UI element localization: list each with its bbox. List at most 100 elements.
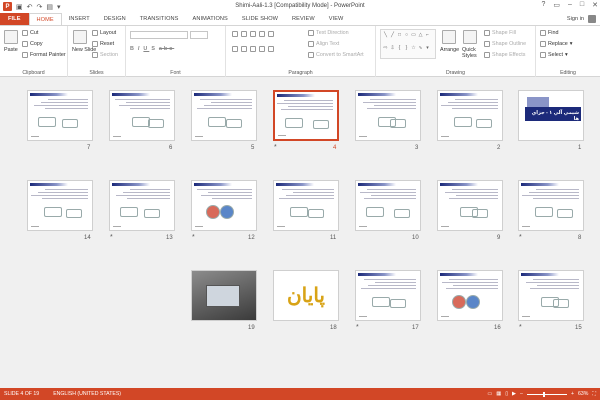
align-text-button[interactable]: Align Text (308, 41, 339, 47)
tab-home[interactable]: HOME (28, 13, 62, 25)
slide-thumbnail-8[interactable] (518, 180, 584, 231)
structure-diagram (285, 118, 303, 128)
start-from-beginning-icon[interactable]: ▤ (46, 3, 53, 11)
undo-icon[interactable]: ↶ (27, 3, 33, 11)
transition-indicator-icon[interactable]: * (192, 234, 195, 241)
tab-view[interactable]: VIEW (322, 13, 351, 25)
slide-thumbnail-2[interactable] (437, 90, 503, 141)
bold-icon[interactable]: B (130, 46, 136, 52)
help-icon[interactable]: ? (541, 1, 545, 9)
transition-indicator-icon[interactable]: * (356, 324, 359, 331)
select-button[interactable]: Select ▾ (540, 52, 568, 58)
underline-icon[interactable]: U (143, 46, 149, 52)
minimize-icon[interactable]: – (568, 1, 572, 9)
line-spacing-icon[interactable] (268, 31, 274, 37)
strikethrough-icon[interactable]: abc (159, 46, 174, 52)
slide-thumbnail-1[interactable]: شيمي آلي ١ - جزاي ها (518, 90, 584, 141)
numbering-icon[interactable] (241, 31, 247, 37)
transition-indicator-icon[interactable]: * (519, 234, 522, 241)
bullets-icon[interactable] (232, 31, 238, 37)
slide-thumbnail-13[interactable] (109, 180, 175, 231)
justify-icon[interactable] (259, 46, 265, 52)
slide-thumbnail-12[interactable] (191, 180, 257, 231)
align-right-icon[interactable] (250, 46, 256, 52)
increase-indent-icon[interactable] (259, 31, 265, 37)
slide-thumbnail-5[interactable] (191, 90, 257, 141)
zoom-level[interactable]: 63% (578, 391, 588, 397)
slide-thumbnail-4[interactable] (273, 90, 339, 141)
italic-icon[interactable]: I (138, 46, 142, 52)
slide-thumbnail-14[interactable] (27, 180, 93, 231)
slide-thumbnail-16[interactable] (437, 270, 503, 321)
decrease-indent-icon[interactable] (250, 31, 256, 37)
format-painter-button[interactable]: Format Painter (22, 52, 66, 58)
shapes-gallery[interactable]: ╲ ╱ □ ○ ▭ △ ⌐ ⇨ ⇩{} ☆ ∿ ▾ (380, 29, 436, 59)
slide-thumbnail-19[interactable] (191, 270, 257, 321)
user-icon[interactable] (588, 15, 596, 23)
paste-button[interactable]: Paste (4, 47, 18, 53)
tab-animations[interactable]: ANIMATIONS (186, 13, 235, 25)
zoom-out-icon[interactable]: – (520, 391, 523, 397)
copy-button[interactable]: Copy (22, 41, 43, 47)
tab-slide-show[interactable]: SLIDE SHOW (235, 13, 285, 25)
ribbon-display-icon[interactable]: ▭ (553, 1, 560, 9)
transition-indicator-icon[interactable]: * (110, 234, 113, 241)
slide-text-line (375, 282, 416, 283)
reset-button[interactable]: Reset (92, 41, 114, 47)
align-left-icon[interactable] (232, 46, 238, 52)
find-button[interactable]: Find (540, 30, 559, 36)
normal-view-icon[interactable]: ▭ (487, 391, 492, 397)
language-indicator[interactable]: ENGLISH (UNITED STATES) (53, 391, 121, 397)
slide-thumbnail-18[interactable]: پايان (273, 270, 339, 321)
tab-transitions[interactable]: TRANSITIONS (133, 13, 186, 25)
section-button[interactable]: Section (92, 52, 118, 58)
reading-view-icon[interactable]: ▯ (505, 391, 508, 397)
redo-icon[interactable]: ↷ (37, 3, 43, 11)
cut-button[interactable]: Cut (22, 30, 38, 36)
tab-review[interactable]: REVIEW (285, 13, 322, 25)
shadow-icon[interactable]: S (151, 46, 157, 52)
layout-button[interactable]: Layout (92, 30, 116, 36)
slide-thumbnail-17[interactable] (355, 270, 421, 321)
slide-sorter-view-icon[interactable]: ▦ (496, 391, 501, 397)
tab-file[interactable]: FILE (0, 13, 29, 25)
close-icon[interactable]: ✕ (592, 1, 598, 9)
slide-thumbnail-6[interactable] (109, 90, 175, 141)
customize-qat-icon[interactable]: ▾ (57, 3, 61, 11)
shape-effects-button[interactable]: Shape Effects (484, 52, 525, 58)
align-center-icon[interactable] (241, 46, 247, 52)
text-direction-button[interactable]: Text Direction (308, 30, 349, 36)
tab-design[interactable]: DESIGN (97, 13, 133, 25)
font-name-input[interactable] (130, 31, 188, 39)
transition-indicator-icon[interactable]: * (519, 324, 522, 331)
font-size-input[interactable] (190, 31, 208, 39)
slide-thumbnail-3[interactable] (355, 90, 421, 141)
fit-to-window-icon[interactable]: ⛶ (592, 391, 596, 398)
zoom-in-icon[interactable]: + (571, 391, 574, 397)
slide-thumbnail-9[interactable] (437, 180, 503, 231)
quick-styles-button[interactable]: Quick Styles (462, 47, 480, 59)
slide-footer (195, 226, 203, 227)
save-icon[interactable]: ▣ (16, 3, 23, 11)
zoom-slider-thumb[interactable] (542, 391, 545, 397)
powerpoint-app-icon[interactable]: P (3, 2, 12, 11)
arrange-button[interactable]: Arrange (440, 47, 459, 53)
slideshow-view-icon[interactable]: ▶ (512, 391, 516, 397)
tab-insert[interactable]: INSERT (62, 13, 97, 25)
sign-in-link[interactable]: Sign in (567, 16, 584, 22)
slide-header-bar (358, 183, 396, 186)
slide-thumbnail-15[interactable] (518, 270, 584, 321)
shape-fill-button[interactable]: Shape Fill (484, 30, 516, 36)
slide-thumbnail-11[interactable] (273, 180, 339, 231)
slide-thumbnail-10[interactable] (355, 180, 421, 231)
transition-indicator-icon[interactable]: * (274, 144, 277, 151)
slide-thumbnail-7[interactable] (27, 90, 93, 141)
shape-outline-button[interactable]: Shape Outline (484, 41, 526, 47)
font-format-buttons[interactable]: B I U Sabc (130, 46, 174, 52)
columns-icon[interactable] (268, 46, 274, 52)
maximize-icon[interactable]: □ (580, 1, 584, 9)
zoom-slider[interactable] (526, 391, 567, 397)
replace-button[interactable]: Replace ▾ (540, 41, 573, 47)
effects-icon (484, 52, 490, 58)
convert-smartart-button[interactable]: Convert to SmartArt (308, 52, 364, 58)
